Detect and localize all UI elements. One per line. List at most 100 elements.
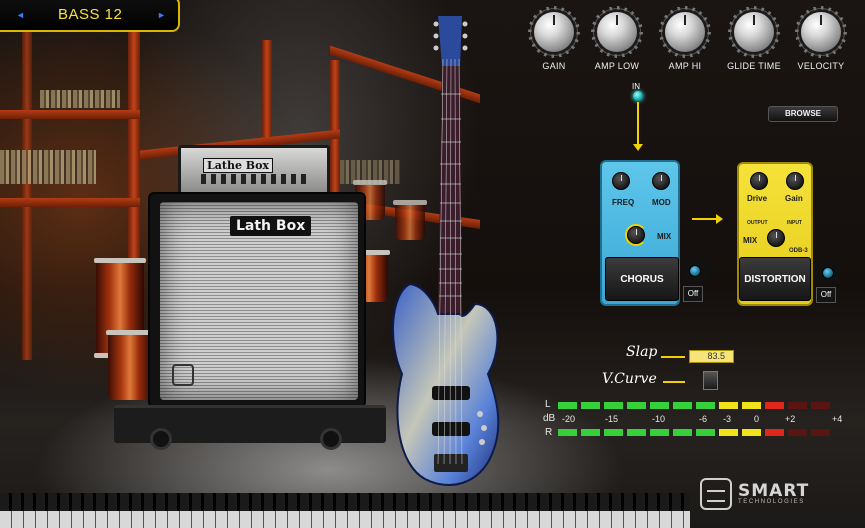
amp-cab-logo: Lath Box [230, 216, 312, 236]
meter-segment [604, 402, 623, 409]
chorus-footswitch[interactable]: CHORUS [605, 257, 679, 301]
knob-glide-time: GLIDE TIME [724, 6, 784, 71]
gain-knob[interactable] [528, 6, 580, 58]
knob-label: GAIN [542, 61, 566, 71]
bookshelf [40, 90, 120, 108]
meter-segment [673, 402, 692, 409]
slap-label: Slap [626, 344, 658, 360]
meter-scale-tick: +2 [785, 414, 796, 424]
bass-guitar [392, 16, 500, 487]
chorus-led-box [683, 260, 707, 282]
meter-segment [765, 429, 784, 436]
meter-segment [650, 429, 669, 436]
distortion-gain-knob[interactable] [786, 172, 804, 190]
distortion-led-box [816, 262, 840, 284]
meter-r-label: R [545, 427, 553, 438]
distortion-drive-knob[interactable] [750, 172, 768, 190]
meter-segment [581, 429, 600, 436]
signal-arrow-right-icon [692, 214, 723, 224]
browse-button[interactable]: BROWSE [768, 106, 838, 122]
meter-segment [811, 429, 830, 436]
meter-left-channel [558, 402, 830, 409]
meter-segment [558, 429, 577, 436]
amp-head-logo: Lathe Box [203, 158, 273, 173]
prev-preset-arrow-icon[interactable]: ◄ [16, 10, 25, 20]
meter-segment [719, 402, 738, 409]
chorus-pedal: FREQ MOD MIX CHORUS [600, 160, 680, 306]
distortion-mix-label: MIX [743, 236, 758, 245]
chorus-freq-knob[interactable] [612, 172, 630, 190]
drum [106, 330, 154, 400]
meter-segment [719, 429, 738, 436]
slap-value[interactable]: 83.5 [689, 350, 734, 363]
shelf-beam [0, 198, 140, 207]
amp-low-knob[interactable] [591, 6, 643, 58]
brand-mark-icon [700, 478, 732, 510]
chorus-mod-knob[interactable] [652, 172, 670, 190]
distortion-gain-label: Gain [785, 194, 803, 203]
vcurve-toggle[interactable] [703, 371, 718, 390]
distortion-led-icon [822, 267, 834, 279]
meter-segment [811, 402, 830, 409]
knob-amp-low: AMP LOW [587, 6, 647, 71]
slap-line [661, 356, 685, 358]
preset-name: BASS 12 [58, 6, 123, 23]
meter-scale-tick: -15 [605, 414, 619, 424]
meter-segment [673, 429, 692, 436]
meter-scale-tick: +4 [832, 414, 843, 424]
chorus-mod-label: MOD [652, 198, 671, 207]
distortion-mix-knob[interactable] [767, 229, 785, 247]
brand-name: SMART [738, 481, 810, 501]
meter-segment [581, 402, 600, 409]
input-led-icon [633, 91, 643, 101]
amp-head-knobs [201, 174, 311, 184]
piano-keyboard[interactable] [0, 493, 690, 528]
brand-logo: SMART TECHNOLOGIES [700, 478, 809, 510]
knob-amp-hi: AMP HI [655, 6, 715, 71]
meter-scale-tick: -10 [652, 414, 666, 424]
next-preset-arrow-icon[interactable]: ► [157, 10, 166, 20]
glide-time-knob[interactable] [728, 6, 780, 58]
meter-scale-tick: -20 [562, 414, 576, 424]
distortion-pedal: Drive Gain OUTPUT INPUT MIX ODB-3 DISTOR… [737, 162, 813, 306]
meter-l-label: L [545, 399, 551, 410]
distortion-drive-label: Drive [747, 194, 768, 203]
amp-head: Lathe Box [178, 145, 330, 195]
meter-right-channel [558, 429, 830, 436]
meter-scale-tick: 0 [754, 414, 760, 424]
wheel [320, 428, 342, 450]
amp-corner-logo [172, 364, 194, 386]
meter-segment [696, 429, 715, 436]
wheel [150, 428, 172, 450]
meter-segment [742, 429, 761, 436]
knob-label: VELOCITY [797, 61, 845, 71]
knob-label: AMP HI [668, 61, 702, 71]
distortion-input-label: INPUT [787, 220, 802, 226]
chorus-led-icon [689, 265, 701, 277]
distortion-model: ODB-3 [789, 248, 808, 254]
studio-background: Lathe Box Lath Box [0, 0, 865, 528]
meter-segment [627, 429, 646, 436]
knob-gain: GAIN [524, 6, 584, 71]
vcurve-line [663, 381, 685, 383]
velocity-knob[interactable] [795, 6, 847, 58]
meter-segment [742, 402, 761, 409]
chorus-toggle[interactable]: Off [683, 286, 703, 302]
meter-segment [765, 402, 784, 409]
preset-selector[interactable]: ◄ BASS 12 ► [0, 0, 180, 32]
amp-cart [114, 405, 386, 450]
signal-arrow-down-icon [633, 102, 643, 151]
meter-segment [558, 402, 577, 409]
chorus-mix-label: MIX [657, 232, 672, 241]
meter-segment [788, 429, 807, 436]
amp-grill: Lath Box [160, 202, 358, 400]
chorus-mix-knob[interactable] [627, 226, 645, 244]
chorus-freq-label: FREQ [612, 198, 635, 207]
distortion-toggle[interactable]: Off [816, 287, 836, 303]
distortion-footswitch[interactable]: DISTORTION [739, 257, 811, 301]
meter-segment [788, 402, 807, 409]
knob-label: GLIDE TIME [727, 61, 781, 71]
vcurve-label: V.Curve [602, 371, 657, 387]
amp-hi-knob[interactable] [659, 6, 711, 58]
meter-segment [696, 402, 715, 409]
